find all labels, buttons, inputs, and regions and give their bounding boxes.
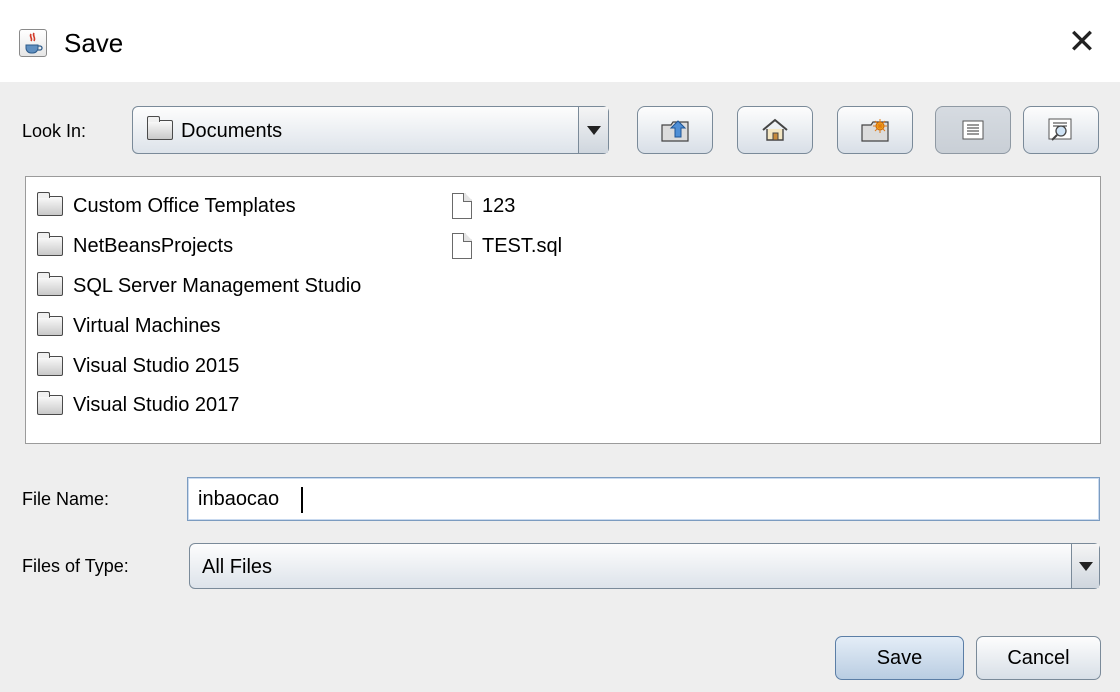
- close-icon: ✕: [1067, 23, 1097, 61]
- details-view-icon: [1048, 118, 1072, 141]
- file-list[interactable]: Custom Office Templates NetBeansProjects…: [25, 176, 1101, 444]
- folder-icon: [147, 116, 173, 140]
- folder-icon: [37, 232, 63, 256]
- home-button[interactable]: [737, 106, 813, 154]
- list-item[interactable]: NetBeansProjects: [37, 231, 233, 261]
- window-title: Save: [64, 28, 124, 58]
- list-view-icon: [962, 120, 984, 140]
- home-icon: [762, 118, 788, 141]
- file-name: Custom Office Templates: [73, 194, 296, 217]
- file-icon: [452, 233, 472, 259]
- file-name: Visual Studio 2015: [73, 354, 240, 377]
- list-item[interactable]: Visual Studio 2015: [37, 351, 239, 381]
- file-name: SQL Server Management Studio: [73, 274, 362, 297]
- look-in-dropdown-arrow[interactable]: [578, 107, 608, 153]
- chevron-down-icon: [1078, 561, 1093, 571]
- java-cup-icon: [19, 29, 47, 57]
- save-dialog: Look In: Documents Custom Office Templat…: [0, 82, 1120, 692]
- file-name-field[interactable]: [187, 477, 1100, 521]
- look-in-label: Look In:: [22, 121, 87, 141]
- folder-icon: [37, 272, 63, 296]
- files-of-type-label: Files of Type:: [22, 556, 129, 576]
- list-view-button[interactable]: [935, 106, 1011, 154]
- folder-icon: [37, 192, 63, 216]
- title-bar: Save ✕: [0, 0, 1120, 82]
- look-in-combo[interactable]: Documents: [132, 106, 609, 154]
- list-item[interactable]: Custom Office Templates: [37, 191, 296, 221]
- file-name-label: File Name:: [22, 489, 110, 509]
- files-of-type-dropdown-arrow[interactable]: [1071, 544, 1099, 588]
- file-name: TEST.sql: [482, 234, 563, 257]
- file-name: 123: [482, 194, 516, 217]
- file-name-input[interactable]: [198, 478, 1078, 520]
- file-icon: [452, 193, 472, 219]
- files-of-type-combo[interactable]: All Files: [189, 543, 1100, 589]
- close-button[interactable]: ✕: [1062, 22, 1102, 62]
- file-name: NetBeansProjects: [73, 234, 234, 257]
- file-name: Virtual Machines: [73, 314, 221, 337]
- list-item[interactable]: TEST.sql: [452, 231, 562, 261]
- folder-icon: [37, 352, 63, 376]
- save-button[interactable]: Save: [835, 636, 964, 680]
- up-one-level-button[interactable]: [637, 106, 713, 154]
- look-in-value: Documents: [181, 120, 283, 142]
- text-caret: [301, 487, 303, 513]
- list-item[interactable]: Virtual Machines: [37, 311, 220, 341]
- new-folder-icon: [861, 119, 889, 142]
- cancel-button[interactable]: Cancel: [976, 636, 1101, 680]
- details-view-button[interactable]: [1023, 106, 1099, 154]
- folder-icon: [37, 312, 63, 336]
- file-name: Visual Studio 2017: [73, 393, 240, 416]
- folder-icon: [37, 391, 63, 415]
- folder-up-icon: [661, 120, 689, 142]
- list-item[interactable]: SQL Server Management Studio: [37, 271, 361, 301]
- new-folder-button[interactable]: [837, 106, 913, 154]
- list-item[interactable]: 123: [452, 191, 515, 221]
- chevron-down-icon: [586, 125, 601, 135]
- list-item[interactable]: Visual Studio 2017: [37, 390, 239, 420]
- files-of-type-value: All Files: [202, 556, 273, 578]
